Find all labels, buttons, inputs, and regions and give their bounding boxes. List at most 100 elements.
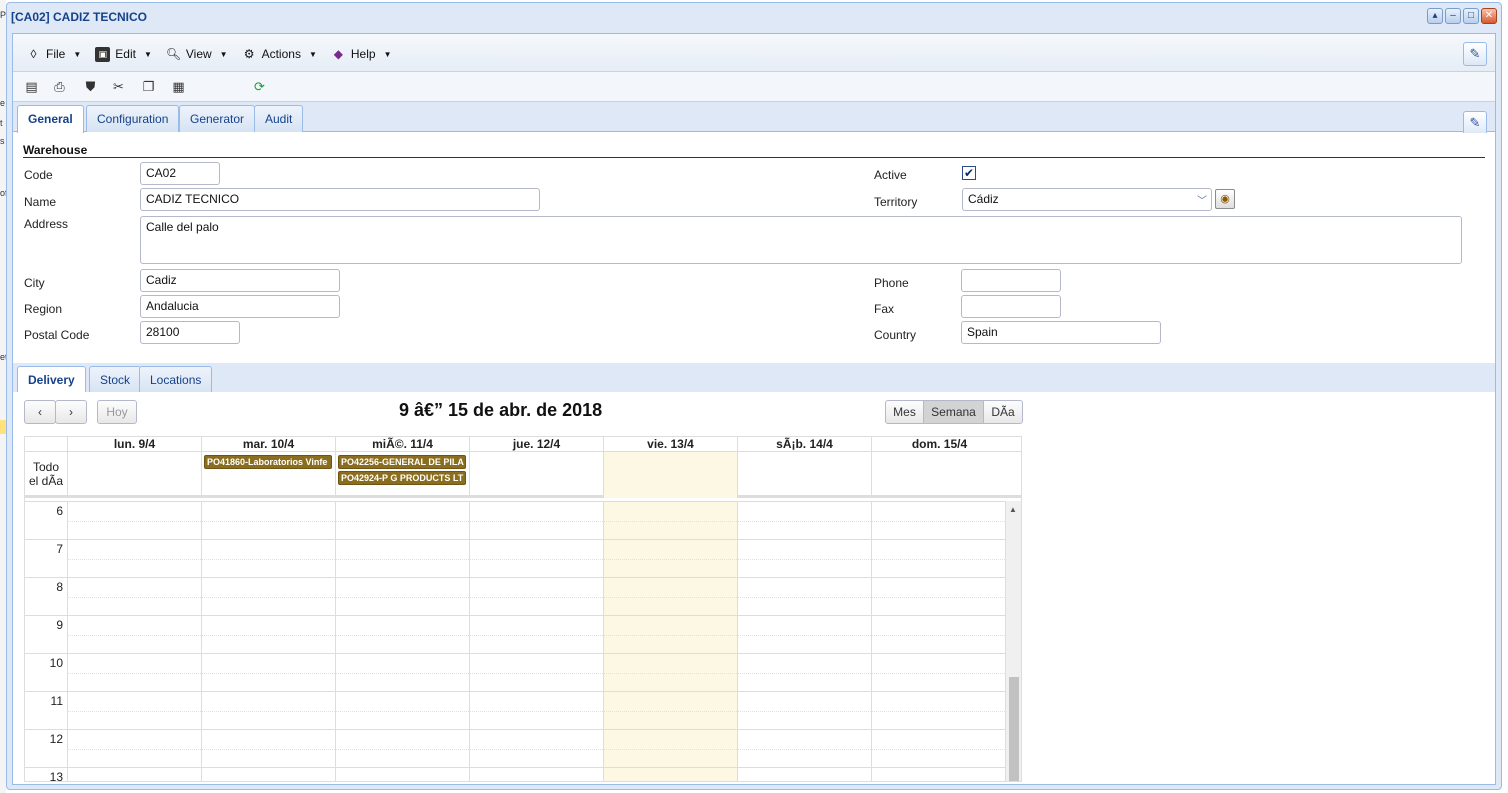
menu-help[interactable]: ◆ Help ▼ [326, 43, 397, 65]
menu-file-label: File [46, 47, 66, 61]
all-day-cell[interactable] [469, 452, 603, 498]
active-checkbox[interactable]: ✔ [962, 166, 976, 180]
prev-week-button[interactable]: ‹ [24, 400, 56, 424]
hour-label: 9 [56, 618, 63, 632]
window-title: [CA02] CADIZ TECNICO [11, 10, 148, 24]
tab-locations[interactable]: Locations [139, 366, 213, 393]
tab-stock[interactable]: Stock [89, 366, 142, 393]
refresh-icon[interactable]: ⟳ [251, 78, 268, 95]
day-header: sÃ¡b. 14/4 [737, 437, 871, 452]
active-label: Active [874, 168, 907, 182]
detail-tabs: Delivery Stock Locations [13, 363, 1495, 394]
day-header: miÃ©. 11/4 [335, 437, 469, 452]
tab-general[interactable]: General [17, 105, 84, 133]
territory-value: Cádiz [968, 192, 999, 206]
view-month-button[interactable]: Mes [885, 400, 924, 424]
all-day-cell[interactable] [67, 452, 201, 498]
chevron-right-icon: › [69, 405, 73, 419]
hour-row: 13 [25, 767, 1007, 781]
territory-select[interactable]: Cádiz ﹀ [962, 188, 1212, 211]
edit-form-button[interactable]: ✎ [1463, 111, 1487, 135]
menu-bar: ◊ File ▼ ▣ Edit ▼ 🔍︎ View ▼ ⚙ Actions ▼ … [13, 34, 1495, 72]
all-day-label-line: el dÃa [28, 474, 64, 488]
menu-edit-label: Edit [115, 47, 136, 61]
address-field[interactable]: Calle del palo [140, 216, 1462, 264]
territory-lookup-icon[interactable]: ◉ [1215, 189, 1235, 209]
day-header: jue. 12/4 [469, 437, 603, 452]
postal-code-label: Postal Code [24, 328, 90, 342]
all-day-row: Todo el dÃa PO41860-Laboratorios Vinfe P… [25, 452, 1021, 498]
chevron-left-icon: ‹ [38, 405, 42, 419]
file-icon: ◊ [30, 46, 37, 61]
tab-generator[interactable]: Generator [179, 105, 256, 132]
window-titlebar[interactable]: [CA02] CADIZ TECNICO ▴ – □ ✕ [7, 3, 1501, 31]
country-label: Country [874, 328, 917, 342]
hour-row: 7 [25, 539, 1007, 577]
view-icon: 🔍︎ [165, 46, 182, 61]
help-icon: ◆ [333, 46, 343, 61]
menu-actions[interactable]: ⚙ Actions ▼ [237, 43, 322, 65]
fax-label: Fax [874, 302, 895, 316]
chevron-down-icon: ▼ [73, 49, 82, 59]
scroll-up-icon[interactable]: ▲ [1009, 505, 1017, 514]
paste-icon[interactable]: ▦ [170, 78, 187, 95]
delivery-calendar: ‹ › Hoy 9 â€” 15 de abr. de 2018 Mes Sem… [13, 392, 1495, 784]
close-icon[interactable]: ✕ [1481, 8, 1497, 24]
tab-delivery[interactable]: Delivery [17, 366, 86, 394]
name-field[interactable]: CADIZ TECNICO [140, 188, 540, 211]
menu-help-label: Help [350, 47, 376, 61]
tab-configuration[interactable]: Configuration [86, 105, 180, 132]
delivery-event[interactable]: PO41860-Laboratorios Vinfe [204, 455, 332, 469]
save-icon[interactable]: ▤ [23, 78, 40, 95]
all-day-cell-today[interactable] [603, 452, 737, 498]
time-slots: 6 7 8 9 10 11 12 13 [25, 501, 1007, 781]
copy-icon[interactable]: ❐ [140, 78, 157, 95]
today-button[interactable]: Hoy [97, 400, 137, 424]
menu-file[interactable]: ◊ File ▼ [21, 43, 86, 65]
country-field[interactable]: Spain [961, 321, 1161, 344]
delivery-event[interactable]: PO42924-P G PRODUCTS LT [338, 471, 466, 485]
name-label: Name [24, 195, 57, 209]
code-field[interactable]: CA02 [140, 162, 220, 185]
chevron-down-icon: ▼ [219, 49, 228, 59]
day-header: lun. 9/4 [67, 437, 201, 452]
chevron-down-icon[interactable]: ﹀ [1197, 192, 1207, 207]
region-field[interactable]: Andalucia [140, 295, 340, 318]
scrollbar-thumb[interactable] [1009, 677, 1019, 781]
menu-actions-label: Actions [261, 47, 301, 61]
pencil-icon: ✎ [1469, 46, 1481, 61]
cut-icon[interactable]: ✂ [110, 78, 127, 95]
tab-audit[interactable]: Audit [254, 105, 304, 132]
next-week-button[interactable]: › [55, 400, 87, 424]
phone-field[interactable] [961, 269, 1061, 292]
maximize-icon[interactable]: □ [1463, 8, 1479, 24]
fax-field[interactable] [961, 295, 1061, 318]
region-label: Region [24, 302, 63, 316]
all-day-cell[interactable] [871, 452, 1007, 498]
territory-label: Territory [874, 195, 918, 209]
phone-label: Phone [874, 276, 909, 290]
calendar-scrollbar[interactable]: ▲ [1005, 501, 1021, 781]
delivery-event[interactable]: PO42256-GENERAL DE PILA [338, 455, 466, 469]
toolbar: ▤ ⎙ ⛊ ✂ ❐ ▦ ⟳ [13, 72, 1495, 102]
menu-view-label: View [185, 47, 212, 61]
warehouse-window: [CA02] CADIZ TECNICO ▴ – □ ✕ ◊ File ▼ ▣ … [6, 2, 1502, 790]
warehouse-form: Warehouse Code CA02 Name CADIZ TECNICO A… [13, 133, 1495, 357]
delete-icon[interactable]: ⛊ [82, 78, 99, 95]
city-field[interactable]: Cadiz [140, 269, 340, 292]
view-day-button[interactable]: DÃa [983, 400, 1023, 424]
menu-view[interactable]: 🔍︎ View ▼ [161, 43, 233, 65]
view-week-button[interactable]: Semana [923, 400, 984, 424]
collapse-icon[interactable]: ▴ [1427, 8, 1443, 24]
all-day-cell[interactable] [737, 452, 871, 498]
window-body: ◊ File ▼ ▣ Edit ▼ 🔍︎ View ▼ ⚙ Actions ▼ … [12, 33, 1496, 785]
edit-icon: ▣ [95, 46, 111, 62]
menu-edit[interactable]: ▣ Edit ▼ [90, 43, 157, 65]
postal-code-field[interactable]: 28100 [140, 321, 240, 344]
section-divider [23, 157, 1485, 158]
edit-layout-button[interactable]: ✎ [1463, 42, 1487, 66]
minimize-icon[interactable]: – [1445, 8, 1461, 24]
print-icon[interactable]: ⎙ [51, 78, 68, 95]
chevron-down-icon: ▼ [383, 49, 392, 59]
chevron-down-icon: ▼ [308, 49, 317, 59]
